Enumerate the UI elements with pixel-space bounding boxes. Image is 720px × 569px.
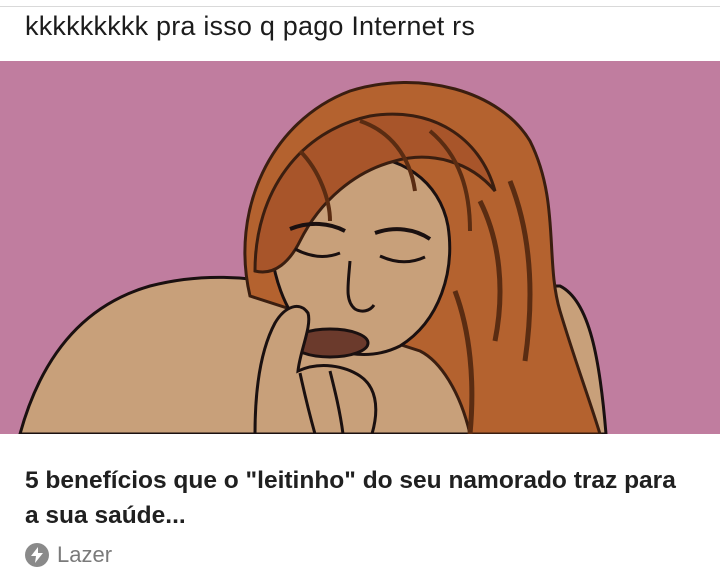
top-divider	[0, 6, 720, 7]
post-caption: kkkkkkkkk pra isso q pago Internet rs	[25, 11, 476, 41]
source-label: Lazer	[57, 542, 113, 567]
article-headline[interactable]: 5 benefícios que o "leitinho" do seu nam…	[25, 463, 695, 533]
lightning-bolt-icon	[25, 543, 49, 567]
illustration	[0, 61, 720, 434]
article-source[interactable]: Lazer	[25, 542, 112, 568]
article-image[interactable]	[0, 61, 720, 434]
